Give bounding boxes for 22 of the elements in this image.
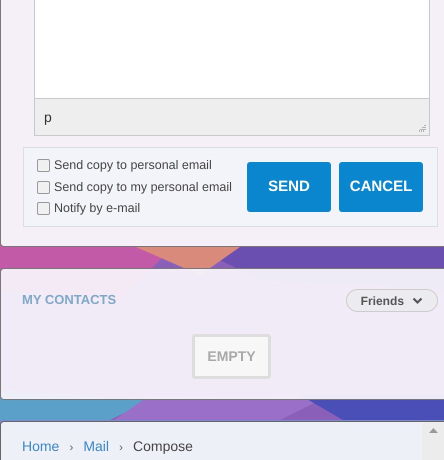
contacts-title: MY CONTACTS (22, 291, 116, 309)
chevron-down-icon (412, 296, 423, 304)
breadcrumb-current: Compose (133, 437, 193, 456)
checkbox-label: Send copy to my personal email (54, 178, 232, 196)
resize-handle-icon (418, 124, 426, 132)
checkbox[interactable] (37, 202, 50, 216)
element-path: p (44, 108, 52, 127)
breadcrumb-separator: › (69, 439, 74, 456)
friends-dropdown[interactable]: Friends (346, 289, 438, 312)
checkbox[interactable] (37, 158, 50, 172)
checkbox-label: Notify by e-mail (54, 200, 140, 218)
send-button[interactable]: SEND (247, 162, 331, 212)
message-body-field[interactable] (34, 0, 430, 99)
empty-label: EMPTY (207, 347, 256, 366)
breadcrumb-link[interactable]: Home (22, 436, 60, 457)
scrollbar[interactable] (422, 422, 444, 460)
breadcrumb-separator: › (119, 439, 124, 456)
scroll-up-icon (428, 428, 438, 433)
breadcrumb-link[interactable]: Mail (83, 436, 110, 457)
checkbox[interactable] (37, 180, 50, 194)
checkbox-label: Send copy to personal email (54, 156, 212, 174)
cancel-button[interactable]: CANCEL (339, 162, 423, 212)
